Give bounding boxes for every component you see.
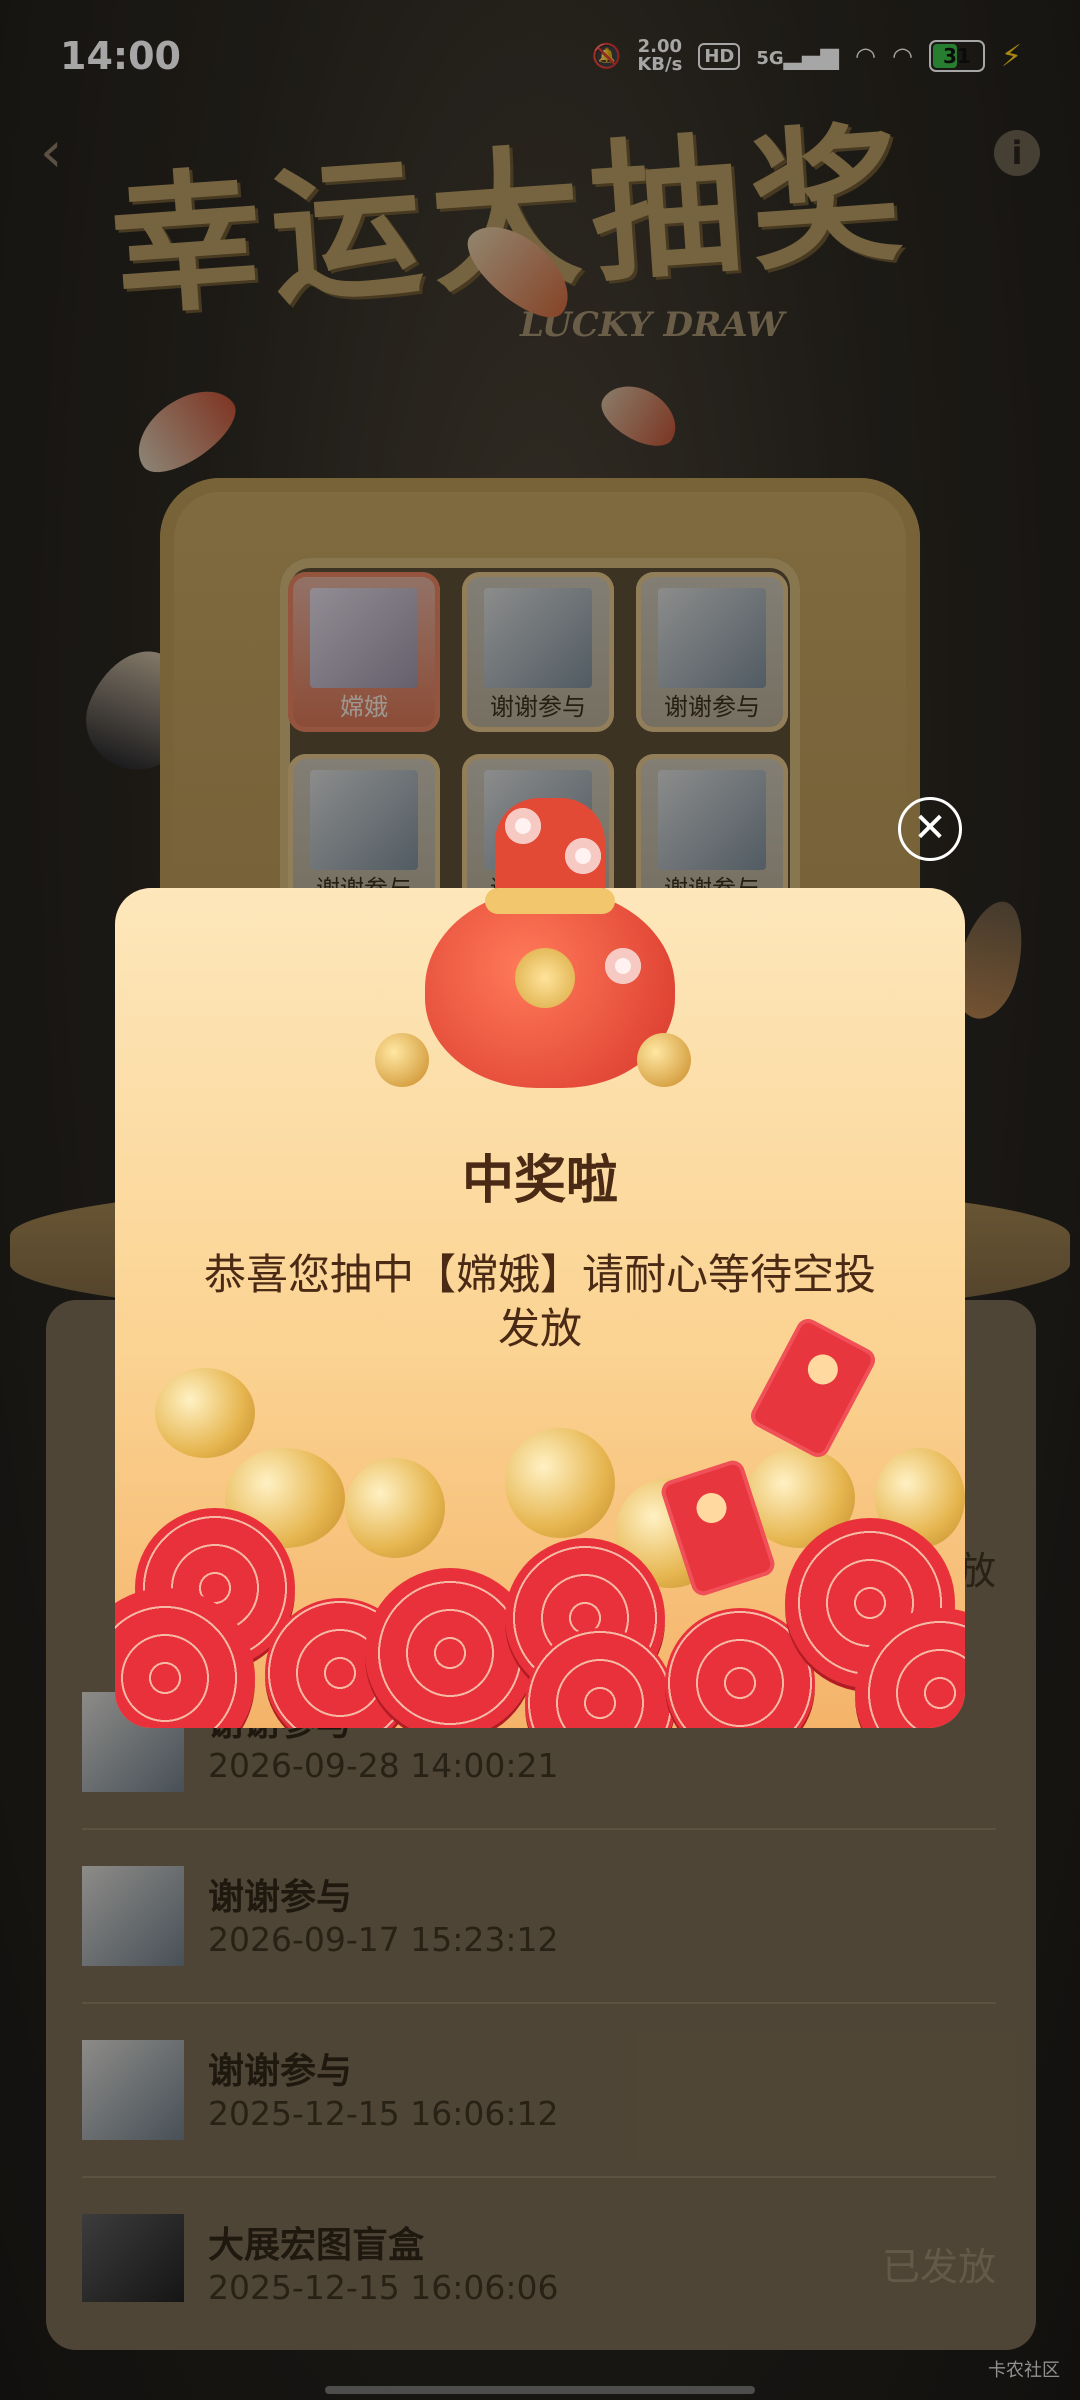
gold-coin-icon [505,1428,615,1538]
gold-ball-icon [375,1033,429,1087]
gold-ball-icon [637,1033,691,1087]
win-dialog: 中奖啦 恭喜您抽中【嫦娥】请耐心等待空投发放 [115,798,965,1728]
gold-coin-icon [345,1458,445,1558]
close-button[interactable]: ✕ [898,797,962,861]
dialog-message: 恭喜您抽中【嫦娥】请耐心等待空投发放 [203,1250,876,1353]
dialog-title: 中奖啦 [461,1151,618,1211]
gold-coin-icon [155,1368,255,1458]
